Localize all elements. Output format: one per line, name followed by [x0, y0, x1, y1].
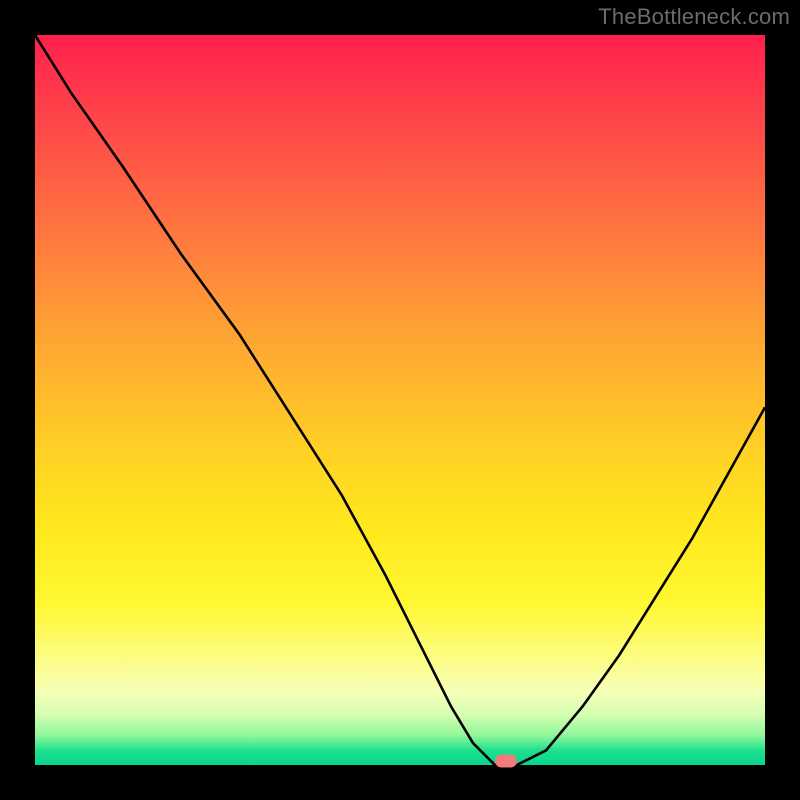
plot-area: [35, 35, 765, 765]
bottleneck-curve-path: [35, 35, 765, 765]
bottleneck-curve-svg: [35, 35, 765, 765]
watermark-text: TheBottleneck.com: [598, 4, 790, 30]
optimal-marker: [495, 755, 517, 768]
chart-frame: TheBottleneck.com: [0, 0, 800, 800]
